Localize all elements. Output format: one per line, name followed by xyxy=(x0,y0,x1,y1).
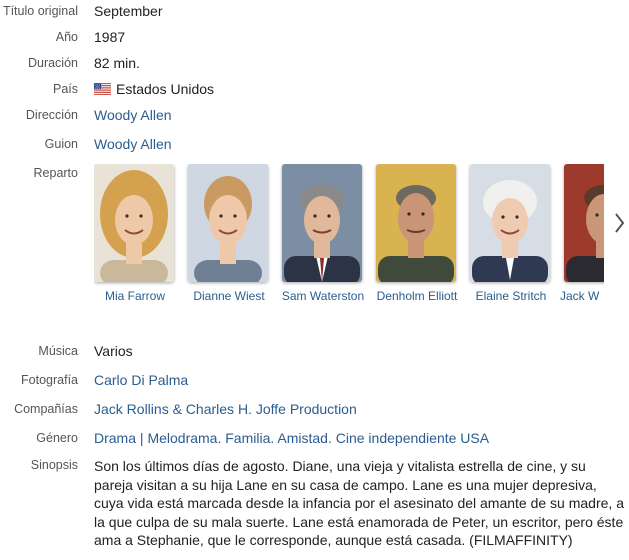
writer-link[interactable]: Woody Allen xyxy=(94,136,172,152)
director-link[interactable]: Woody Allen xyxy=(94,107,172,123)
cast-name-link[interactable]: Mia Farrow xyxy=(94,289,182,303)
cast-photo[interactable] xyxy=(282,164,362,282)
cast-photo[interactable] xyxy=(94,164,174,282)
portrait-image xyxy=(188,164,268,282)
value-year: 1987 xyxy=(94,29,126,45)
topic-separator: . xyxy=(327,430,336,446)
label-script: Guion xyxy=(44,137,78,151)
genre-link[interactable]: Drama xyxy=(94,430,136,446)
label-companies: Compañías xyxy=(14,402,78,416)
topic-link[interactable]: Amistad xyxy=(277,430,328,446)
chevron-right-icon[interactable] xyxy=(612,208,628,238)
portrait-image xyxy=(470,164,550,282)
cast-photo[interactable] xyxy=(188,164,268,282)
cast-carousel: Mia Farrow Dianne Wiest Sam Waterston De… xyxy=(94,164,604,314)
label-year: Año xyxy=(55,30,78,44)
cast-name-link[interactable]: Jack W xyxy=(560,289,604,303)
label-cast: Reparto xyxy=(33,166,78,180)
value-country: Estados Unidos xyxy=(94,81,214,97)
label-direction: Dirección xyxy=(25,108,78,122)
topic-link[interactable]: Familia xyxy=(225,430,270,446)
value-original-title: September xyxy=(94,3,163,19)
photography-link[interactable]: Carlo Di Palma xyxy=(94,372,188,388)
label-photography: Fotografía xyxy=(21,373,78,387)
portrait-image xyxy=(564,164,604,282)
portrait-image xyxy=(376,164,456,282)
cast-photo[interactable] xyxy=(564,164,604,282)
label-synopsis: Sinopsis xyxy=(30,458,78,472)
topic-link[interactable]: Cine independiente USA xyxy=(336,430,489,446)
portrait-image xyxy=(94,164,174,282)
cast-name-link[interactable]: Elaine Stritch xyxy=(464,289,558,303)
cast-name-link[interactable]: Denholm Elliott xyxy=(370,289,464,303)
cast-photo[interactable] xyxy=(376,164,456,282)
label-country: País xyxy=(52,82,78,96)
cast-name-link[interactable]: Dianne Wiest xyxy=(182,289,276,303)
portrait-image xyxy=(282,164,362,282)
country-name: Estados Unidos xyxy=(116,81,215,97)
synopsis-text: Son los últimos días de agosto. Diane, u… xyxy=(94,458,624,548)
value-music: Varios xyxy=(94,343,133,359)
company-link[interactable]: Jack Rollins & Charles H. Joffe Producti… xyxy=(94,401,357,417)
label-genre: Género xyxy=(36,431,78,445)
cast-photo[interactable] xyxy=(470,164,550,282)
cast-name-link[interactable]: Sam Waterston xyxy=(276,289,370,303)
us-flag-icon xyxy=(94,83,111,95)
label-original-title: Título original xyxy=(2,4,78,18)
label-duration: Duración xyxy=(27,56,78,70)
label-music: Música xyxy=(38,344,78,358)
topic-link[interactable]: Melodrama xyxy=(147,430,217,446)
genre-separator: | xyxy=(136,430,148,446)
value-genre: Drama | Melodrama. Familia. Amistad. Cin… xyxy=(94,430,489,446)
value-duration: 82 min. xyxy=(94,55,140,71)
